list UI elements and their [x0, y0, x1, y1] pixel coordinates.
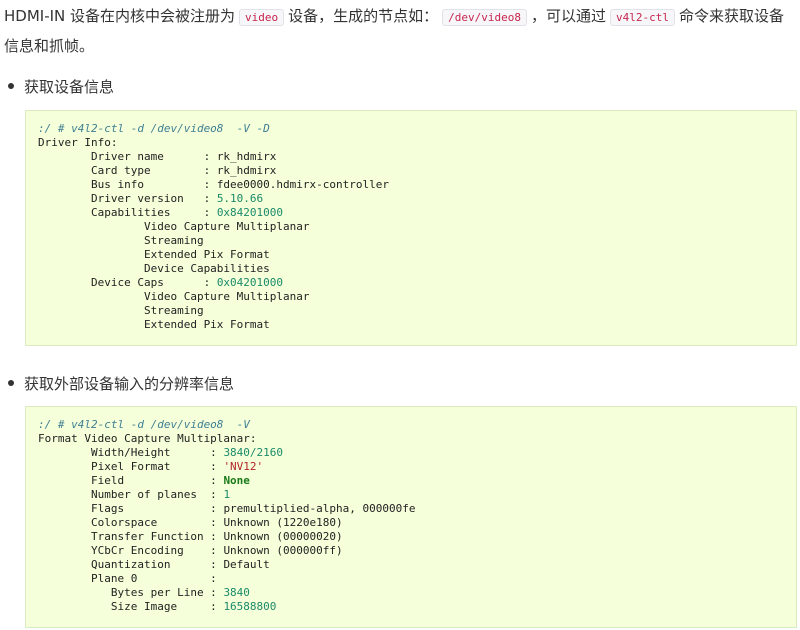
intro-text-1: HDMI-IN 设备在内核中会被注册为 [4, 7, 236, 25]
code-header: Format Video Capture Multiplanar: [38, 432, 257, 445]
code-value: 0x04201000 [216, 276, 284, 289]
section2-heading: 获取外部设备输入的分辨率信息 [8, 374, 234, 394]
intro-text-2: 设备，生成的节点如： [288, 7, 439, 25]
code-command: :/ # v4l2-ctl -d /dev/video8 -V [38, 418, 250, 431]
bullet-dot-icon [8, 379, 14, 386]
code-key: Bus info : [38, 178, 217, 191]
section1-heading: 获取设备信息 [8, 77, 114, 97]
inline-code-device-node: /dev/video8 [442, 9, 528, 26]
code-key: Transfer Function : [38, 530, 224, 543]
section2-title: 获取外部设备输入的分辨率信息 [24, 375, 235, 393]
code-cap-item: Extended Pix Format [38, 318, 270, 331]
code-command: :/ # v4l2-ctl -d /dev/video8 -V -D [38, 122, 270, 135]
code-key: Driver name : [38, 150, 217, 163]
code-value: Unknown (00000020) [223, 530, 343, 543]
code-cap-item: Streaming [38, 304, 204, 317]
code-key: Device Caps : [38, 276, 217, 289]
code-value: 5.10.66 [216, 192, 264, 205]
inline-code-video: video [239, 9, 285, 26]
code-value: 'NV12' [223, 460, 264, 473]
code-value: None [223, 474, 250, 487]
code-key: YCbCr Encoding : [38, 544, 224, 557]
code-key: Capabilities : [38, 206, 217, 219]
code-value: 1 [223, 488, 231, 501]
code-value: 3840/2160 [223, 446, 284, 459]
code-cap-item: Extended Pix Format [38, 248, 270, 261]
code-value: 3840 [223, 586, 250, 599]
code-key: Field : [38, 474, 224, 487]
inline-code-v4l2-ctl: v4l2-ctl [610, 9, 676, 26]
code-key: Size Image : [38, 600, 224, 613]
code-key: Pixel Format : [38, 460, 224, 473]
code-key: Number of planes : [38, 488, 224, 501]
code-device-info: :/ # v4l2-ctl -d /dev/video8 -V -D Drive… [38, 122, 796, 332]
bullet-dot-icon [8, 82, 14, 89]
intro-text-3: ，可以通过 [531, 7, 607, 25]
code-value: Unknown (000000ff) [223, 544, 343, 557]
code-key: Quantization : [38, 558, 224, 571]
code-key: Bytes per Line : [38, 586, 224, 599]
intro-paragraph: HDMI-IN 设备在内核中会被注册为 video 设备，生成的节点如：/dev/v… [4, 2, 796, 60]
code-cap-item: Video Capture Multiplanar [38, 290, 310, 303]
code-key: Width/Height : [38, 446, 224, 459]
code-value: 0x84201000 [216, 206, 284, 219]
code-key: Flags : [38, 502, 224, 515]
code-value: rk_hdmirx [216, 150, 277, 163]
code-key: Plane 0 : [38, 572, 217, 585]
code-key: Colorspace : [38, 516, 224, 529]
code-cap-item: Video Capture Multiplanar [38, 220, 310, 233]
code-block-resolution-info: :/ # v4l2-ctl -d /dev/video8 -V Format V… [25, 406, 797, 628]
code-value: Default [223, 558, 270, 571]
code-key: Card type : [38, 164, 217, 177]
code-value: 16588800 [223, 600, 277, 613]
code-value: premultiplied-alpha, 000000fe [223, 502, 416, 515]
code-value: rk_hdmirx [216, 164, 277, 177]
code-header: Driver Info: [38, 136, 118, 149]
code-block-device-info: :/ # v4l2-ctl -d /dev/video8 -V -D Drive… [25, 110, 797, 346]
code-value: Unknown (1220e180) [223, 516, 343, 529]
code-cap-item: Device Capabilities [38, 262, 270, 275]
code-cap-item: Streaming [38, 234, 204, 247]
code-key: Driver version : [38, 192, 217, 205]
code-value: fdee0000.hdmirx-controller [216, 178, 389, 191]
code-resolution-info: :/ # v4l2-ctl -d /dev/video8 -V Format V… [38, 418, 796, 614]
section1-title: 获取设备信息 [24, 78, 115, 96]
